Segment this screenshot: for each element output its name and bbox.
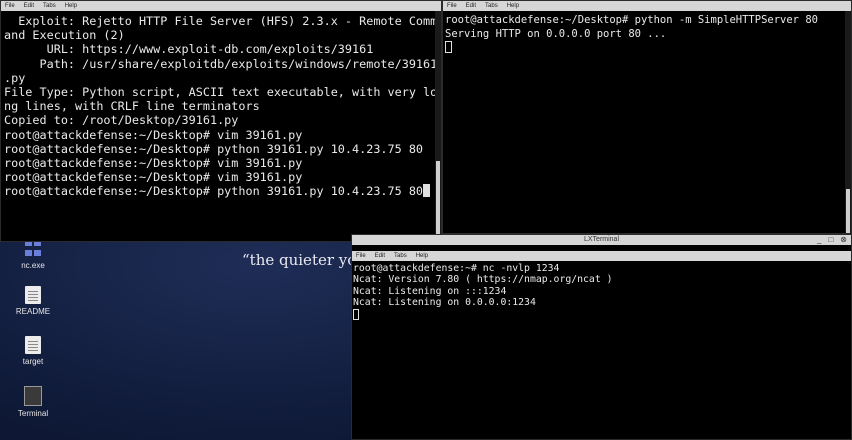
menu-tabs[interactable]: Tabs bbox=[43, 3, 56, 9]
text-cursor bbox=[423, 184, 431, 198]
terminal-window-exploit[interactable]: File Edit Tabs Help Exploit: Rejetto HTT… bbox=[0, 0, 442, 242]
scrollbar[interactable] bbox=[435, 11, 441, 241]
terminal-line: root@attackdefense:~/Desktop# python 391… bbox=[4, 184, 424, 199]
terminal-line: root@attackdefense:~/Desktop# vim 39161.… bbox=[4, 127, 303, 142]
desktop-icon-label: target bbox=[22, 357, 44, 366]
terminal-line: root@attackdefense:~/Desktop# vim 39161.… bbox=[4, 156, 303, 171]
terminal-line: URL: https://www.exploit-db.com/exploits… bbox=[4, 42, 374, 57]
terminal-window-http-server[interactable]: File Edit Tabs Help root@attackdefense:~… bbox=[442, 0, 852, 234]
menu-edit[interactable]: Edit bbox=[24, 3, 34, 9]
scrollbar[interactable] bbox=[845, 11, 851, 233]
desktop-icon-label: nc.exe bbox=[21, 261, 45, 270]
menu-tabs[interactable]: Tabs bbox=[394, 253, 407, 259]
desktop-icon-readme[interactable]: README bbox=[3, 286, 63, 316]
menu-help[interactable]: Help bbox=[507, 3, 519, 9]
terminal-line: File Type: Python script, ASCII text exe… bbox=[4, 85, 438, 100]
terminal-prompt-line: root@attackdefense:~/Desktop# python 391… bbox=[4, 184, 441, 198]
desktop-icon-label: Terminal bbox=[17, 409, 49, 418]
terminal-line: root@attackdefense:~# nc -nvlp 1234 bbox=[353, 263, 560, 274]
terminal-prompt-line bbox=[445, 41, 851, 55]
terminal-line: ng lines, with CRLF line terminators bbox=[4, 99, 260, 114]
desktop-icon-terminal[interactable]: Terminal bbox=[3, 386, 63, 418]
text-cursor bbox=[353, 308, 359, 320]
terminal-output[interactable]: Exploit: Rejetto HTTP File Server (HFS) … bbox=[1, 11, 441, 241]
menubar: File Edit Tabs Help bbox=[1, 1, 441, 11]
desktop-icon-label: README bbox=[15, 307, 51, 316]
terminal-icon bbox=[24, 386, 42, 406]
menubar: File Edit Tabs Help bbox=[352, 251, 851, 261]
close-icon[interactable]: ⊗ bbox=[840, 235, 847, 245]
desktop-icon-target[interactable]: target bbox=[3, 336, 63, 366]
exe-icon bbox=[25, 240, 41, 258]
document-icon bbox=[25, 286, 41, 304]
terminal-window-netcat[interactable]: LXTerminal _ □ ⊗ File Edit Tabs Help roo… bbox=[351, 234, 852, 440]
scrollbar-thumb[interactable] bbox=[846, 189, 850, 233]
maximize-icon[interactable]: □ bbox=[828, 235, 833, 245]
terminal-line: Copied to: /root/Desktop/39161.py bbox=[4, 113, 239, 128]
terminal-line: root@attackdefense:~/Desktop# python 391… bbox=[4, 141, 424, 156]
menu-tabs[interactable]: Tabs bbox=[485, 3, 498, 9]
menu-file[interactable]: File bbox=[356, 253, 366, 259]
menu-help[interactable]: Help bbox=[65, 3, 77, 9]
scrollbar-thumb[interactable] bbox=[436, 161, 440, 236]
menu-edit[interactable]: Edit bbox=[375, 253, 385, 259]
window-title: LXTerminal bbox=[583, 236, 619, 243]
desktop-icon-nc-exe[interactable]: nc.exe bbox=[3, 240, 63, 270]
terminal-line: Ncat: Listening on :::1234 bbox=[353, 285, 507, 297]
terminal-line: Serving HTTP on 0.0.0.0 port 80 ... bbox=[445, 27, 667, 40]
wallpaper-quote: “the quieter you bbox=[242, 251, 366, 269]
title-bar[interactable]: LXTerminal _ □ ⊗ bbox=[352, 235, 851, 245]
menu-help[interactable]: Help bbox=[416, 253, 428, 259]
menu-edit[interactable]: Edit bbox=[466, 3, 476, 9]
menu-file[interactable]: File bbox=[447, 3, 457, 9]
terminal-line: Ncat: Version 7.80 ( https://nmap.org/nc… bbox=[353, 274, 613, 286]
terminal-line: Ncat: Listening on 0.0.0.0:1234 bbox=[353, 297, 536, 309]
terminal-line: root@attackdefense:~/Desktop# python -m … bbox=[445, 14, 818, 26]
document-icon bbox=[25, 336, 41, 354]
menu-file[interactable]: File bbox=[5, 3, 15, 9]
menubar: File Edit Tabs Help bbox=[443, 1, 851, 11]
window-controls: _ □ ⊗ bbox=[817, 235, 847, 245]
text-cursor bbox=[445, 41, 452, 53]
terminal-prompt-line bbox=[353, 308, 851, 320]
terminal-output[interactable]: root@attackdefense:~/Desktop# python -m … bbox=[443, 11, 851, 233]
terminal-line: Path: /usr/share/exploitdb/exploits/wind… bbox=[4, 56, 438, 71]
terminal-line: Exploit: Rejetto HTTP File Server (HFS) … bbox=[4, 14, 438, 28]
minimize-icon[interactable]: _ bbox=[817, 235, 821, 245]
terminal-output[interactable]: root@attackdefense:~# nc -nvlp 1234 Ncat… bbox=[352, 261, 851, 439]
terminal-line: root@attackdefense:~/Desktop# vim 39161.… bbox=[4, 170, 303, 185]
terminal-line: .py bbox=[4, 70, 26, 85]
terminal-line: and Execution (2) bbox=[4, 28, 125, 43]
